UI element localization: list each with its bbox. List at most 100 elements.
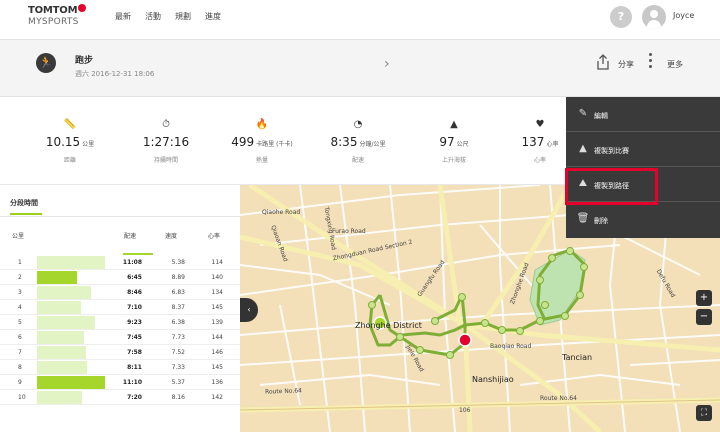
split-pace: 8:11 <box>127 364 142 371</box>
stat-value: 499 <box>231 135 255 149</box>
help-icon[interactable]: ? <box>610 6 632 28</box>
stat-value: 1:27:16 <box>142 135 190 149</box>
pace-bar <box>37 331 84 344</box>
route-marker[interactable] <box>396 333 404 341</box>
nav-progress[interactable]: 進度 <box>205 11 221 22</box>
split-hr: 146 <box>211 349 223 356</box>
menu-item-delete[interactable]: 🗑 刪除 <box>566 202 720 237</box>
route-marker[interactable] <box>516 327 524 335</box>
split-km: 3 <box>18 289 22 296</box>
fullscreen-icon[interactable]: ⛶ <box>696 405 712 421</box>
finish-marker[interactable] <box>458 333 472 347</box>
tomtom-logo[interactable]: TOMTOM MYSPORTS <box>28 4 87 27</box>
route-marker[interactable] <box>566 247 574 255</box>
split-pace: 11:08 <box>122 259 142 266</box>
stat-value: 97 <box>439 135 455 149</box>
menu-item-label: 編輯 <box>594 112 608 120</box>
route-marker[interactable] <box>498 326 506 334</box>
menu-item-copy-to-race[interactable]: ▲ 複製到比賽 <box>566 132 720 167</box>
splits-table: 1 11:08 5.38 114 2 6:45 8.89 140 3 8:46 6.83 134 4 7:… <box>0 255 240 405</box>
nav-activities[interactable]: 活動 <box>145 11 161 22</box>
route-marker[interactable] <box>481 319 489 327</box>
split-pace: 7:10 <box>127 304 142 311</box>
split-speed: 8.37 <box>171 304 185 311</box>
split-km: 6 <box>18 334 22 341</box>
nav-latest[interactable]: 最新 <box>115 11 131 22</box>
chevron-right-icon[interactable]: › <box>384 56 390 72</box>
zoom-out-button[interactable]: − <box>696 309 712 325</box>
route-marker[interactable] <box>368 301 376 309</box>
route-marker[interactable] <box>431 317 439 325</box>
flame-icon: 🔥 <box>255 119 269 130</box>
nav-plan[interactable]: 規劃 <box>175 11 191 22</box>
route-marker[interactable] <box>416 346 424 354</box>
map-street-label: Baoqiao Road <box>490 343 532 350</box>
split-hr: 114 <box>211 259 223 266</box>
route-marker[interactable] <box>536 317 544 325</box>
split-hr: 144 <box>211 334 223 341</box>
split-hr: 145 <box>211 364 223 371</box>
split-speed: 7.33 <box>171 364 185 371</box>
route-marker[interactable] <box>580 263 588 271</box>
username[interactable]: Joyce <box>673 11 694 20</box>
route-marker[interactable] <box>541 301 549 309</box>
stat-value: 137 <box>521 135 545 149</box>
split-pace: 11:10 <box>122 379 142 386</box>
split-pace: 7:45 <box>127 334 142 341</box>
table-row[interactable]: 10 7:20 8.16 142 <box>0 390 240 405</box>
ruler-icon: 📏 <box>63 119 77 130</box>
table-row[interactable]: 6 7:45 7.73 144 <box>0 330 240 345</box>
pace-bar <box>37 361 87 374</box>
route-marker[interactable] <box>561 312 569 320</box>
split-speed: 5.38 <box>171 259 185 266</box>
split-km: 10 <box>18 394 26 401</box>
menu-item-edit[interactable]: ✎ 編輯 <box>566 97 720 132</box>
logo-bottom-text: MYSPORTS <box>28 17 79 27</box>
share-icon[interactable] <box>596 54 610 70</box>
more-button[interactable]: 更多 <box>667 59 683 70</box>
split-km: 8 <box>18 364 22 371</box>
mountain-icon: ▲ <box>450 119 458 130</box>
table-row[interactable]: 9 11:10 5.37 136 <box>0 375 240 390</box>
split-km: 5 <box>18 319 22 326</box>
route-marker[interactable] <box>446 351 454 359</box>
map-street-label: Route No.64 <box>540 395 577 402</box>
avatar[interactable] <box>642 5 666 29</box>
route-marker[interactable] <box>458 293 466 301</box>
route-marker[interactable] <box>576 291 584 299</box>
col-header-pace[interactable]: 配速 <box>124 231 136 240</box>
table-row[interactable]: 1 11:08 5.38 114 <box>0 255 240 270</box>
col-header-hr[interactable]: 心率 <box>208 231 220 240</box>
stat-value: 10.15 <box>45 135 81 149</box>
stat-label: 熱量 <box>255 157 268 164</box>
split-km: 1 <box>18 259 22 266</box>
table-row[interactable]: 4 7:10 8.37 145 <box>0 300 240 315</box>
tab-splits[interactable]: 分段時間 <box>10 198 38 208</box>
col-header-km[interactable]: 公里 <box>12 231 24 240</box>
split-pace: 6:45 <box>127 274 142 281</box>
table-row[interactable]: 2 6:45 8.89 140 <box>0 270 240 285</box>
split-hr: 134 <box>211 289 223 296</box>
share-button[interactable]: 分享 <box>618 59 634 70</box>
col-header-speed[interactable]: 速度 <box>165 231 177 240</box>
stat-label: 配速 <box>351 157 364 164</box>
zoom-in-button[interactable]: + <box>696 290 712 306</box>
mountains-icon: ▲ <box>579 143 587 154</box>
route-marker[interactable] <box>536 276 544 284</box>
route-marker[interactable] <box>548 254 556 262</box>
split-speed: 8.89 <box>171 274 185 281</box>
map-street-label: Zhonghe District <box>355 321 422 330</box>
split-km: 7 <box>18 349 22 356</box>
table-row[interactable]: 5 9:23 6.38 139 <box>0 315 240 330</box>
split-speed: 7.52 <box>171 349 185 356</box>
split-speed: 6.83 <box>171 289 185 296</box>
menu-item-label: 複製到比賽 <box>594 147 629 155</box>
trash-icon: 🗑 <box>576 213 590 224</box>
speedometer-icon: ◔ <box>353 119 363 130</box>
stat-label: 上升海拔 <box>441 157 466 164</box>
pencil-icon: ✎ <box>578 108 588 119</box>
more-icon[interactable] <box>649 53 653 73</box>
table-row[interactable]: 8 8:11 7.33 145 <box>0 360 240 375</box>
table-row[interactable]: 7 7:58 7.52 146 <box>0 345 240 360</box>
table-row[interactable]: 3 8:46 6.83 134 <box>0 285 240 300</box>
